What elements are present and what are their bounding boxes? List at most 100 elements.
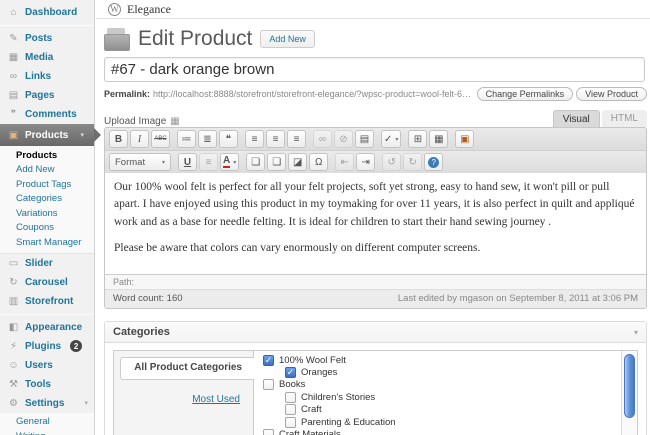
permalink-row: Permalink: http://localhost:8888/storefr… [104,87,647,101]
sidebar-item-links[interactable]: ∞ Links [0,67,94,86]
special-character-button[interactable]: Ω [309,153,328,171]
align-left-button[interactable]: ≡ [245,130,264,148]
sidebar-item-label: Tools [25,379,51,390]
italic-button[interactable]: I [130,130,149,148]
sidebar-item-products[interactable]: ▣ Products [0,124,94,146]
scrollbar-thumb[interactable] [624,354,635,418]
sidebar-item-comments[interactable]: ❞ Comments [0,105,94,124]
category-item[interactable]: Craft [285,404,615,416]
help-button[interactable]: ? [424,153,443,171]
category-item[interactable]: 100% Wool Felt [263,354,615,366]
category-item[interactable]: Children's Stories [285,391,615,403]
path-label: Path: [113,277,134,287]
category-item[interactable]: Craft Materials [263,428,615,435]
chevron-down-icon: ▾ [395,136,398,143]
editor-paragraph: Our 100% wool felt is perfect for all yo… [114,179,637,231]
sidebar-item-dashboard[interactable]: ⌂ Dashboard [0,3,94,22]
editor-toolbar-row-1: B I ABC ≔ ≣ ❝ ≡ ≡ ≡ ∞ ⊘ ▤ ✓▾ ⊞ ▦ ▣ [105,128,646,151]
sidebar-item-plugins[interactable]: ⚡ Plugins 2 [0,337,94,356]
remove-link-button[interactable]: ⊘ [334,130,353,148]
strikethrough-button[interactable]: ABC [151,130,170,148]
indent-button[interactable]: ⇥ [356,153,375,171]
insert-more-tag-button[interactable]: ▤ [355,130,374,148]
submenu-item-coupons[interactable]: Coupons [0,221,94,236]
submenu-item-product-tags[interactable]: Product Tags [0,177,94,192]
media-button[interactable]: ▣ [455,130,474,148]
sidebar-item-users[interactable]: ☺ Users [0,356,94,375]
category-checkbox[interactable] [285,367,296,378]
category-checkbox[interactable] [263,379,274,390]
category-checkbox[interactable] [285,392,296,403]
tab-all-product-categories[interactable]: All Product Categories [120,357,254,380]
category-item[interactable]: Books [263,379,615,391]
upload-image-link[interactable]: Upload Image ▦ [104,116,180,127]
spellcheck-button[interactable]: ✓▾ [381,130,401,148]
outdent-button[interactable]: ⇤ [335,153,354,171]
submenu-item-add-new[interactable]: Add New [0,163,94,178]
undo-button[interactable]: ↺ [382,153,401,171]
editor-content[interactable]: Our 100% wool felt is perfect for all yo… [105,173,646,274]
plugins-count-badge: 2 [70,340,82,352]
category-checkbox[interactable] [285,404,296,415]
sidebar-item-storefront[interactable]: ▥ Storefront [0,292,94,311]
submenu-item-categories[interactable]: Categories [0,192,94,207]
paste-as-text-button[interactable]: ❏ [246,153,265,171]
sidebar-item-settings[interactable]: ⚙ Settings [0,394,94,413]
submenu-item-general[interactable]: General [0,415,94,430]
sidebar-item-pages[interactable]: ▤ Pages [0,86,94,105]
ordered-list-button[interactable]: ≣ [198,130,217,148]
category-label: 100% Wool Felt [279,355,346,366]
permalink-url[interactable]: http://localhost:8888/storefront/storefr… [153,89,474,99]
sidebar-item-label: Plugins [25,341,61,352]
admin-sidebar: ⌂ Dashboard ✎ Posts ▦ Media ∞ Links ▤ Pa… [0,0,95,435]
fullscreen-button[interactable]: ⊞ [408,130,427,148]
sidebar-item-posts[interactable]: ✎ Posts [0,29,94,48]
remove-formatting-button[interactable]: ◪ [288,153,307,171]
category-checkbox[interactable] [263,429,274,435]
category-checkbox[interactable] [285,417,296,428]
align-center-button[interactable]: ≡ [266,130,285,148]
sidebar-item-label: Storefront [25,296,73,307]
sidebar-item-media[interactable]: ▦ Media [0,48,94,67]
category-label: Parenting & Education [301,417,396,428]
category-checkbox[interactable] [263,355,274,366]
sidebar-item-tools[interactable]: ⚒ Tools [0,375,94,394]
bold-button[interactable]: B [109,130,128,148]
word-count: Word count: 160 [113,293,183,304]
category-item[interactable]: Oranges [285,366,615,378]
format-select[interactable]: Format▾ [109,153,171,171]
submenu-item-writing[interactable]: Writing [0,429,94,435]
category-item[interactable]: Parenting & Education [285,416,615,428]
add-new-button[interactable]: Add New [260,30,315,48]
tab-visual[interactable]: Visual [553,110,600,127]
tab-html[interactable]: HTML [602,110,647,127]
view-product-button[interactable]: View Product [576,87,647,101]
settings-icon: ⚙ [7,398,20,409]
most-used-link[interactable]: Most Used [114,394,240,405]
unordered-list-button[interactable]: ≔ [177,130,196,148]
change-permalinks-button[interactable]: Change Permalinks [477,87,574,101]
categories-header[interactable]: Categories ▾ [105,322,646,343]
kitchen-sink-button[interactable]: ▦ [429,130,448,148]
submenu-item-products[interactable]: Products [0,148,94,163]
paste-from-word-button[interactable]: ❏ [267,153,286,171]
submenu-item-variations[interactable]: Variations [0,206,94,221]
underline-button[interactable]: U [178,153,197,171]
wordpress-logo-icon[interactable]: W [108,3,121,16]
justify-button[interactable]: ≡ [199,153,218,171]
sidebar-item-carousel[interactable]: ↻ Carousel [0,273,94,292]
text-color-button[interactable]: A▾ [220,153,239,171]
site-name-link[interactable]: Elegance [127,2,171,17]
submenu-item-smart-manager[interactable]: Smart Manager [0,235,94,250]
sidebar-item-slider[interactable]: ▭ Slider [0,254,94,273]
product-title-input[interactable] [104,57,645,82]
toggle-arrow-icon[interactable]: ▾ [634,328,638,337]
scrollbar[interactable]: ▲ ▼ [621,351,637,435]
sidebar-item-appearance[interactable]: ◧ Appearance [0,318,94,337]
blockquote-button[interactable]: ❝ [219,130,238,148]
comment-icon: ❞ [7,109,20,120]
insert-link-button[interactable]: ∞ [313,130,332,148]
align-right-button[interactable]: ≡ [287,130,306,148]
sidebar-item-label: Links [25,71,51,82]
redo-button[interactable]: ↻ [403,153,422,171]
